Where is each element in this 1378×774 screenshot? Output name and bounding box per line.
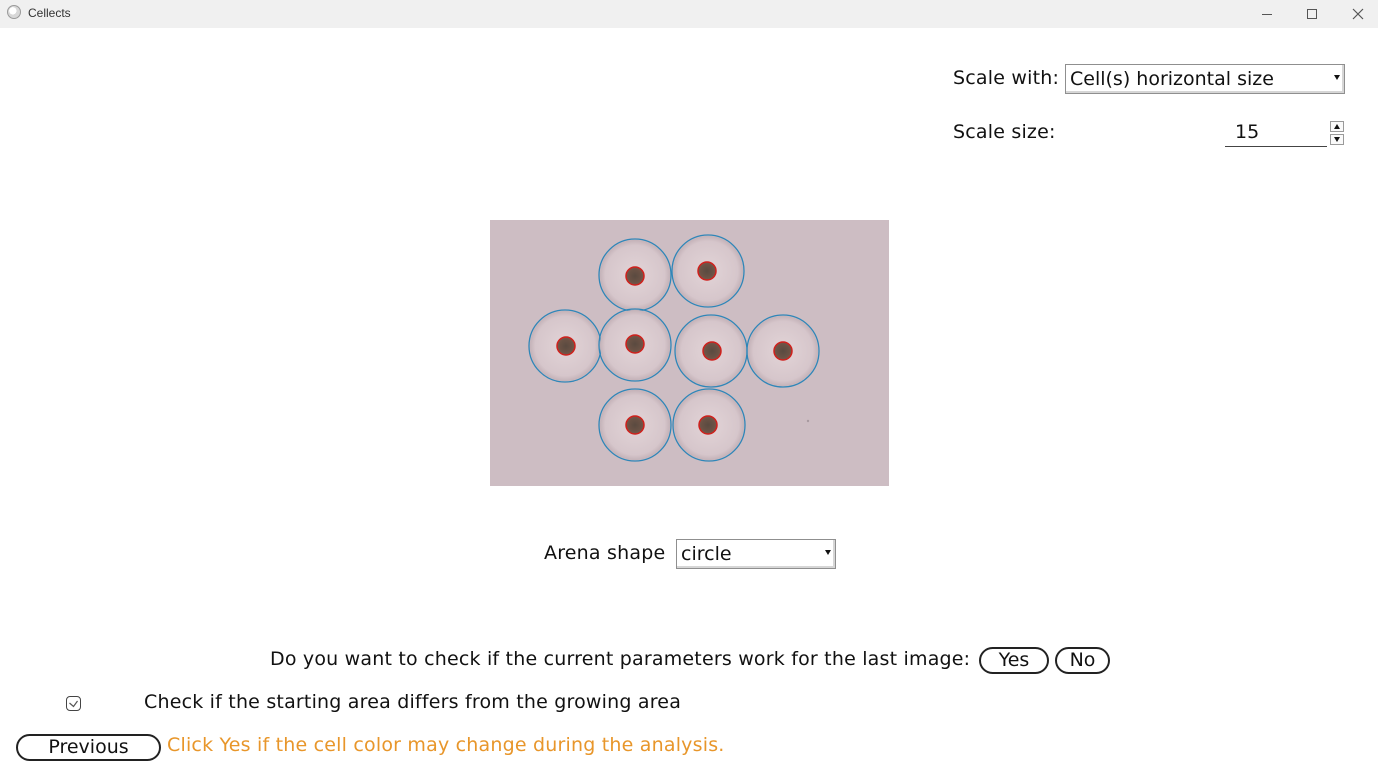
arena-bottom-left: [598, 388, 672, 462]
previous-button[interactable]: Previous: [16, 734, 161, 761]
app-icon: [7, 5, 21, 19]
starting-area-checkbox[interactable]: [66, 696, 81, 711]
arena-shape-value: circle: [681, 543, 732, 565]
minimize-button[interactable]: [1244, 0, 1290, 28]
scale-with-label: Scale with:: [953, 67, 1060, 89]
arena-top-left: [598, 238, 672, 312]
arrow-up-icon: [1334, 124, 1340, 129]
maximize-icon: [1307, 9, 1317, 19]
scale-with-select[interactable]: Cell(s) horizontal size: [1065, 64, 1345, 94]
scale-size-input[interactable]: 15: [1225, 118, 1327, 147]
arena-middle-2: [598, 308, 672, 382]
title-bar: Cellects: [0, 0, 1378, 28]
maximize-button[interactable]: [1289, 0, 1335, 28]
scale-size-label: Scale size:: [953, 121, 1056, 143]
arena-bottom-right: [672, 388, 746, 462]
close-button[interactable]: [1335, 0, 1378, 28]
scale-with-value: Cell(s) horizontal size: [1070, 68, 1274, 90]
arena-shape-select[interactable]: circle: [676, 539, 836, 569]
arena-detection-preview: [528, 234, 820, 462]
minimize-icon: [1262, 13, 1272, 15]
scale-size-increment-button[interactable]: [1330, 121, 1344, 132]
close-icon: [1352, 8, 1364, 20]
arena-shape-label: Arena shape: [544, 542, 666, 564]
arrow-down-icon: [1334, 137, 1340, 142]
arena-preview-image: [490, 220, 889, 486]
window-title: Cellects: [28, 6, 71, 20]
arena-middle-1: [528, 309, 602, 383]
arena-top-right: [671, 234, 745, 308]
yes-button[interactable]: Yes: [979, 647, 1049, 674]
chevron-down-icon: [825, 550, 831, 555]
arena-middle-3: [674, 314, 748, 388]
scale-size-decrement-button[interactable]: [1330, 134, 1344, 145]
starting-area-label: Check if the starting area differs from …: [144, 691, 682, 713]
arena-middle-4: [746, 314, 820, 388]
hint-text: Click Yes if the cell color may change d…: [167, 734, 725, 756]
check-icon: [69, 700, 78, 708]
no-button[interactable]: No: [1055, 647, 1110, 674]
last-image-question: Do you want to check if the current para…: [270, 648, 971, 670]
chevron-down-icon: [1334, 75, 1340, 80]
